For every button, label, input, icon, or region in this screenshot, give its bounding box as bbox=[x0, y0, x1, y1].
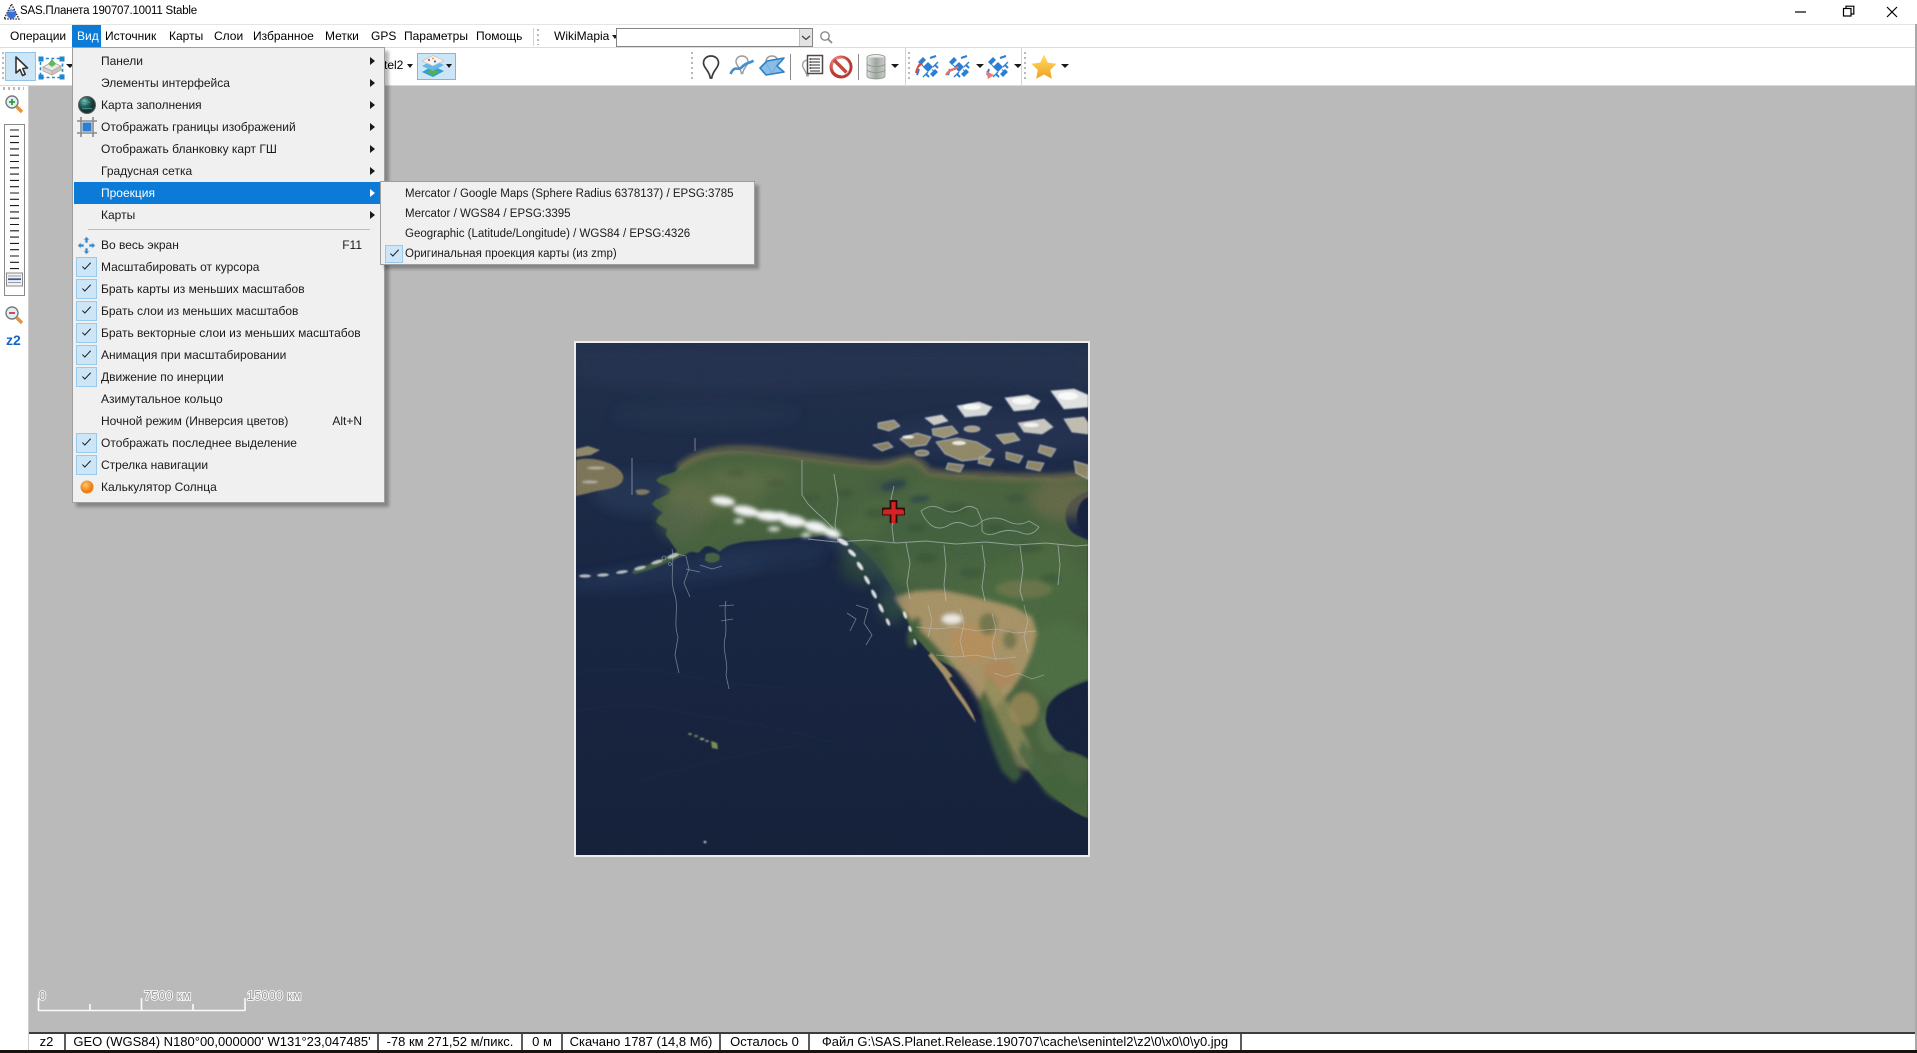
svg-text:7500 км: 7500 км bbox=[144, 989, 191, 1003]
svg-text:15000 км: 15000 км bbox=[247, 989, 302, 1003]
svg-text:0: 0 bbox=[39, 989, 46, 1003]
